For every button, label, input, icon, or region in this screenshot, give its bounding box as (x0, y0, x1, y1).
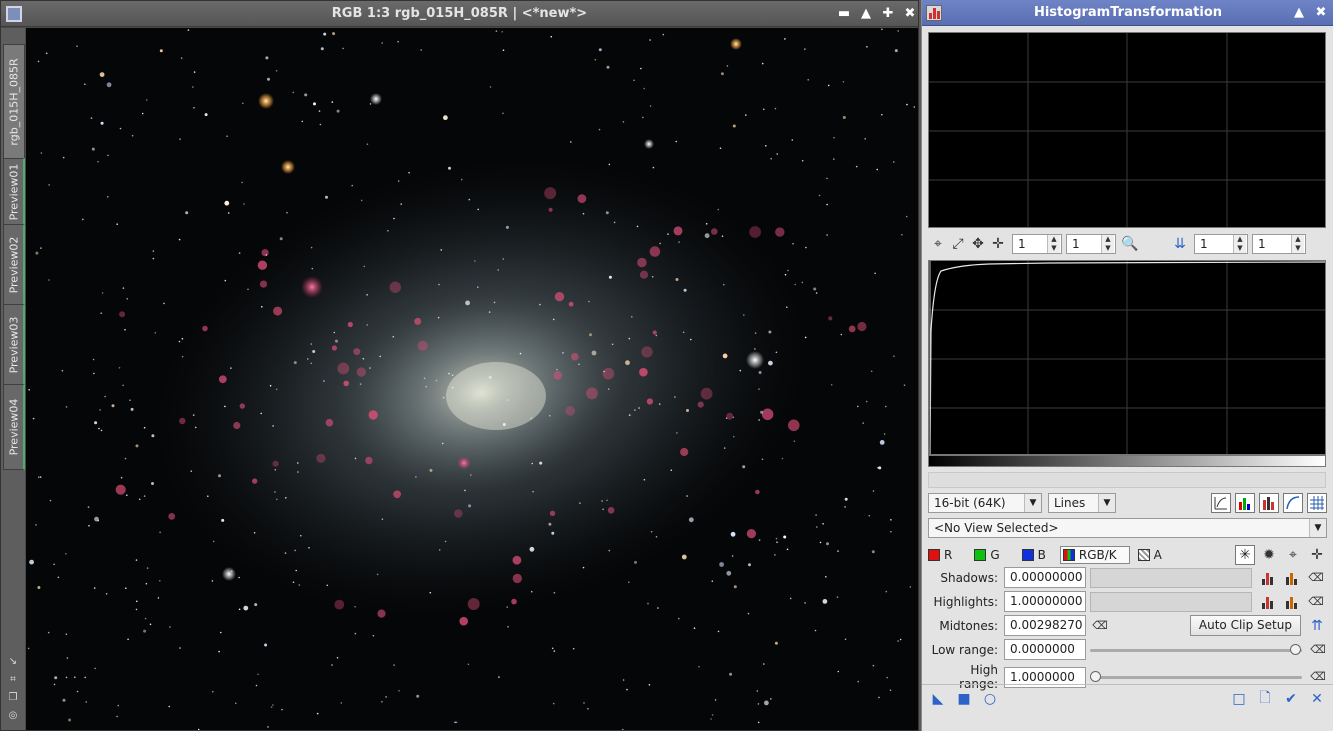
panel-title: HistogramTransformation (1033, 5, 1223, 20)
apply-global-icon[interactable]: ■ (954, 689, 974, 709)
highlights-clip-icon[interactable]: ⌖ (1283, 545, 1303, 565)
channel-rgbk-toggle[interactable]: RGB/K (1059, 546, 1130, 564)
apply-icon[interactable]: ✔ (1281, 689, 1301, 709)
shade-button[interactable]: ▬ (835, 5, 853, 23)
channel-b-toggle[interactable]: B (1021, 548, 1046, 562)
panel-titlebar[interactable]: HistogramTransformation ▲ ✖ (922, 0, 1333, 26)
new-instance-icon[interactable]: ◣ (928, 689, 948, 709)
maximize-button[interactable]: ✚ (879, 5, 897, 23)
channel-a-toggle[interactable]: A (1137, 548, 1162, 562)
image-window-titlebar[interactable]: RGB 1:3 rgb_015H_085R | <*new*> ▬ ▲ ✚ ✖ (1, 1, 918, 27)
highlights-reset-icon[interactable]: ⌫ (1308, 595, 1324, 609)
image-canvas[interactable] (26, 28, 918, 730)
midtones-field[interactable]: 0.00298270 (1004, 615, 1086, 636)
clip-star-icon[interactable]: ✳ (1235, 545, 1255, 565)
graph-style-select[interactable]: Lines (1048, 493, 1116, 513)
output-histogram[interactable] (928, 32, 1326, 228)
blue-swatch-icon (1021, 549, 1034, 561)
view-select[interactable]: <No View Selected> (928, 518, 1327, 538)
highlights-label: Highlights: (933, 594, 998, 609)
histogram-transformation-panel: HistogramTransformation ▲ ✖ ⌖ ⤢ ✥ ✛ 1 1 … (921, 0, 1333, 731)
horizontal-zoom-input[interactable]: 1 (1194, 234, 1248, 254)
rgb-swatch-icon (1062, 549, 1075, 561)
zoom-reset-icon[interactable]: ✥ (968, 234, 988, 254)
minimize-button[interactable]: ▲ (857, 5, 875, 23)
resolution-select[interactable]: 16-bit (64K) (928, 493, 1042, 513)
highlights-auto-icon[interactable] (1284, 594, 1300, 610)
collapse-arrow-icon[interactable]: ⇈ (1307, 616, 1327, 636)
low-range-label: Low range: (931, 642, 998, 657)
gradient-strip (928, 455, 1326, 467)
highlights-histogram-icon[interactable] (1260, 594, 1276, 610)
low-range-field[interactable]: 0.0000000 (1004, 639, 1086, 660)
high-range-reset-icon[interactable]: ⌫ (1310, 670, 1326, 684)
clone-icon[interactable]: ❐ (7, 692, 19, 704)
browse-docs-icon[interactable]: □ (1229, 689, 1249, 709)
composite-histogram-icon[interactable] (1259, 493, 1279, 513)
view-tabs: rgb_015H_085R Preview01 Preview02 Previe… (1, 28, 25, 730)
edit-instance-icon[interactable]: 🗋 (1255, 689, 1275, 709)
alpha-swatch-icon (1137, 549, 1150, 561)
auto-clip-setup-button[interactable]: Auto Clip Setup (1189, 615, 1301, 636)
high-range-knob[interactable] (1090, 671, 1101, 682)
grid-icon[interactable] (1307, 493, 1327, 513)
close-button[interactable]: ✖ (901, 5, 919, 23)
shadows-auto-icon[interactable] (1284, 570, 1300, 586)
red-swatch-icon (928, 549, 940, 561)
shadows-field[interactable]: 0.00000000 (1004, 567, 1086, 588)
crop-icon[interactable]: ⌗ (7, 674, 19, 686)
zoom-fit-icon[interactable]: ⤢ (948, 234, 968, 254)
scroll-strip[interactable] (928, 472, 1326, 488)
tab-preview04[interactable]: Preview04 (3, 384, 25, 470)
tab-main-view[interactable]: rgb_015H_085R (3, 44, 25, 160)
low-range-knob[interactable] (1290, 643, 1301, 655)
vertical-zoom-output[interactable]: 1 (1066, 234, 1116, 254)
rgb-histogram-icon[interactable] (1235, 493, 1255, 513)
crosshair-icon[interactable]: ⌖ (928, 234, 948, 254)
reset-clip-icon[interactable]: ✛ (1307, 545, 1327, 565)
zoom-icon[interactable]: 🔍 (1120, 234, 1140, 254)
pan-icon[interactable]: ✛ (988, 234, 1008, 254)
highlights-clip-bar (1090, 591, 1252, 612)
midtones-reset-icon[interactable]: ⌫ (1092, 619, 1108, 633)
low-range-reset-icon[interactable]: ⌫ (1310, 643, 1326, 657)
double-arrow-down-icon[interactable]: ⇊ (1170, 234, 1190, 254)
image-window: RGB 1:3 rgb_015H_085R | <*new*> ▬ ▲ ✚ ✖ … (0, 0, 919, 731)
shadows-label: Shadows: (940, 570, 998, 585)
target-icon[interactable]: ◎ (7, 710, 19, 722)
shadows-clip-bar (1090, 567, 1252, 588)
reset-icon[interactable]: ✕ (1307, 689, 1327, 709)
tab-preview01[interactable]: Preview01 (3, 158, 25, 226)
channel-g-toggle[interactable]: G (974, 548, 1000, 562)
channel-r-toggle[interactable]: R (928, 548, 952, 562)
highlights-field[interactable]: 1.00000000 (1004, 591, 1086, 612)
curve-icon[interactable] (1283, 493, 1303, 513)
green-swatch-icon (974, 549, 987, 561)
input-histogram[interactable] (928, 260, 1326, 455)
image-window-title: RGB 1:3 rgb_015H_085R | <*new*> (331, 6, 588, 21)
high-range-label: High range: (959, 663, 998, 691)
tab-preview03[interactable]: Preview03 (3, 304, 25, 386)
tab-preview02[interactable]: Preview02 (3, 224, 25, 306)
log-graph-icon[interactable] (1211, 493, 1231, 513)
shadows-histogram-icon[interactable] (1260, 570, 1276, 586)
panel-close-button[interactable]: ✖ (1312, 4, 1330, 22)
shadows-clip-icon[interactable]: ✹ (1259, 545, 1279, 565)
low-range-slider[interactable] (1090, 640, 1302, 660)
arrow-icon[interactable]: ↘ (7, 656, 19, 668)
vertical-zoom-input[interactable]: 1 (1252, 234, 1306, 254)
panel-shade-button[interactable]: ▲ (1290, 4, 1308, 22)
horizontal-zoom-output[interactable]: 1 (1012, 234, 1062, 254)
real-time-preview-icon[interactable]: ○ (980, 689, 1000, 709)
midtones-label: Midtones: (939, 618, 998, 633)
shadows-reset-icon[interactable]: ⌫ (1308, 571, 1324, 585)
